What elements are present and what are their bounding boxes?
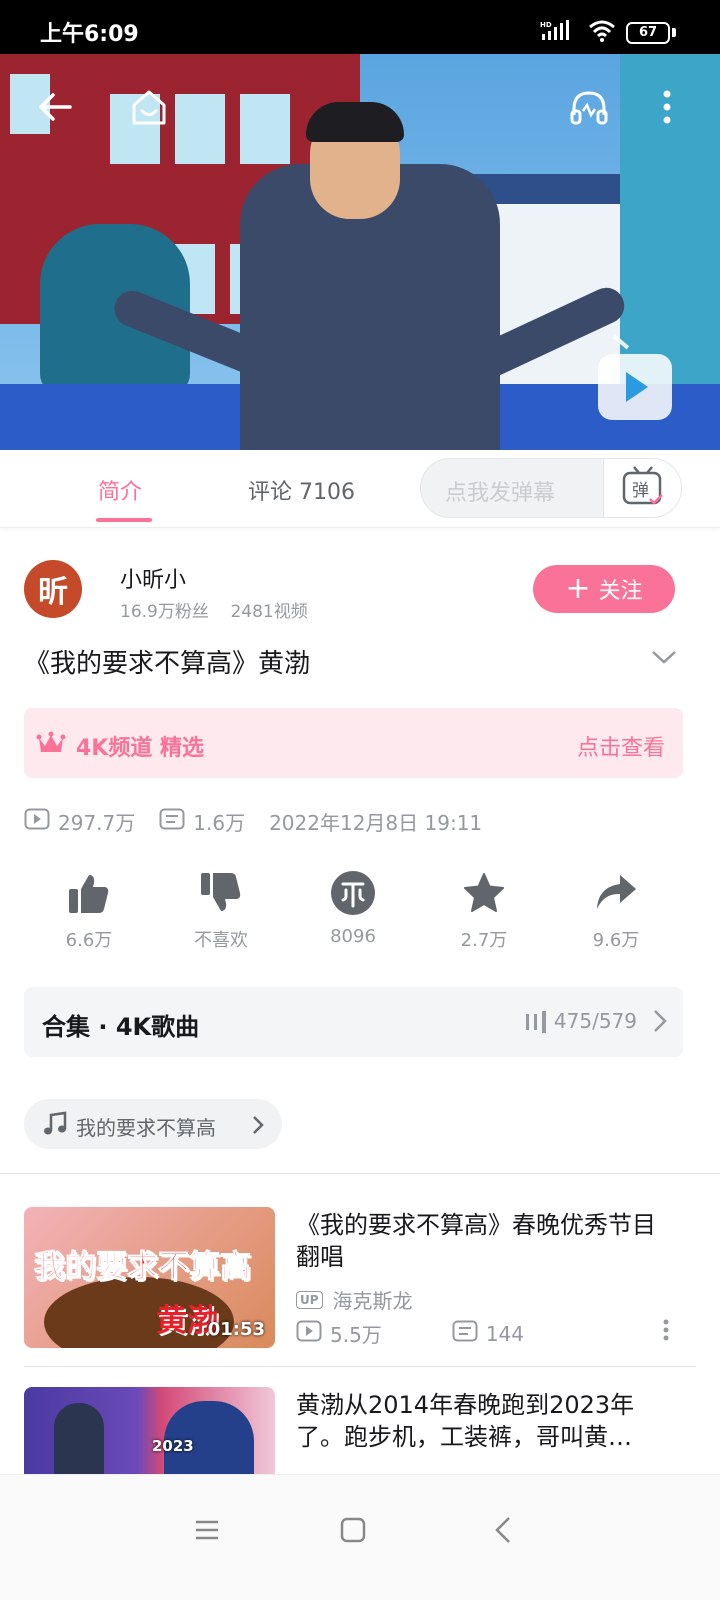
collection-count: 475/579 bbox=[553, 1009, 637, 1033]
channel-banner[interactable]: 4K频道 精选 点击查看 bbox=[24, 708, 683, 778]
coin-icon bbox=[303, 868, 403, 918]
share-count: 9.6万 bbox=[592, 930, 640, 951]
banner-link[interactable]: 点击查看 bbox=[577, 730, 665, 762]
banner-title: 4K频道 精选 bbox=[76, 736, 205, 761]
favorite-button[interactable]: 2.7万 bbox=[434, 868, 534, 952]
dislike-button[interactable]: 不喜欢 bbox=[171, 868, 271, 952]
video-thumbnail[interactable]: 2014 2023 bbox=[24, 1387, 275, 1474]
playlist-bars-icon bbox=[525, 1011, 547, 1037]
thumbs-down-icon bbox=[171, 868, 271, 918]
thumbs-up-icon bbox=[39, 868, 139, 918]
chevron-right-icon bbox=[653, 1009, 667, 1037]
svg-text:HD: HD bbox=[540, 21, 552, 29]
card-divider bbox=[24, 1366, 696, 1367]
recommended-danmaku: 144 bbox=[485, 1321, 524, 1346]
tab-intro[interactable]: 简介 bbox=[98, 474, 142, 506]
danmaku-count: 1.6万 bbox=[193, 810, 246, 835]
uploader-name[interactable]: 小昕小 bbox=[120, 562, 186, 594]
danmaku-count-icon bbox=[159, 808, 185, 835]
up-badge-icon: UP bbox=[296, 1290, 323, 1309]
video-title: 《我的要求不算高》黄渤 bbox=[24, 649, 311, 679]
coin-count: 8096 bbox=[330, 926, 376, 947]
thumbnail-year: 2023 bbox=[152, 1437, 194, 1455]
section-divider bbox=[0, 1173, 720, 1174]
system-nav-bar bbox=[0, 1474, 720, 1600]
home-icon[interactable] bbox=[126, 84, 172, 130]
danmaku-placeholder: 点我发弹幕 bbox=[445, 481, 556, 506]
coin-button[interactable]: 8096 bbox=[303, 868, 403, 947]
recommended-video-card[interactable]: 2014 2023 黄渤从2014年春晚跑到2023年了。跑步机，工装裤，哥叫黄… bbox=[24, 1387, 696, 1474]
more-vertical-icon[interactable] bbox=[662, 1319, 670, 1345]
song-tag-label: 我的要求不算高 bbox=[76, 1116, 216, 1140]
video-player[interactable] bbox=[0, 54, 720, 450]
recommended-video-card[interactable]: 我的要求不算高 黄渤 01:53 《我的要求不算高》春晚优秀节目翻唱 UP 海克… bbox=[24, 1207, 696, 1349]
collection-bar[interactable]: 合集 · 4K歌曲 475/579 bbox=[24, 987, 683, 1057]
crown-icon bbox=[36, 730, 66, 760]
active-tab-indicator bbox=[96, 518, 152, 522]
publish-date: 2022年12月8日 19:11 bbox=[269, 810, 483, 835]
collection-title: 合集 · 4K歌曲 bbox=[42, 1013, 200, 1041]
status-bar: 上午6:09 HD 67 bbox=[0, 0, 720, 54]
wifi-icon bbox=[588, 20, 616, 46]
recommended-views: 5.5万 bbox=[330, 1323, 382, 1347]
favorite-count: 2.7万 bbox=[460, 930, 508, 951]
danmaku-count-icon bbox=[452, 1320, 478, 1347]
dislike-label: 不喜欢 bbox=[194, 930, 248, 951]
play-count-icon bbox=[296, 1320, 322, 1347]
danmaku-toggle-icon[interactable]: 弹 bbox=[603, 459, 681, 517]
share-button[interactable]: 9.6万 bbox=[566, 868, 666, 952]
tv-play-icon[interactable] bbox=[598, 354, 672, 420]
recommended-video-title[interactable]: 《我的要求不算高》春晚优秀节目翻唱 bbox=[296, 1209, 676, 1273]
video-stats: 297.7万 1.6万 2022年12月8日 19:11 bbox=[24, 806, 482, 836]
svg-text:弹: 弹 bbox=[632, 481, 649, 501]
uploader-stats: 16.9万粉丝 2481视频 bbox=[120, 602, 308, 622]
thumbnail-caption: 我的要求不算高 bbox=[34, 1249, 252, 1286]
star-icon bbox=[434, 868, 534, 918]
recommended-uploader: UP 海克斯龙 bbox=[296, 1285, 413, 1314]
status-time: 上午6:09 bbox=[40, 22, 139, 47]
battery-tip bbox=[672, 28, 676, 37]
more-vertical-icon[interactable] bbox=[644, 84, 690, 130]
follow-button[interactable]: + 关注 bbox=[533, 565, 675, 613]
recommended-uploader-name: 海克斯龙 bbox=[332, 1289, 413, 1313]
video-thumbnail[interactable]: 我的要求不算高 黄渤 01:53 bbox=[24, 1207, 275, 1348]
music-note-icon bbox=[42, 1111, 68, 1141]
battery-indicator: 67 bbox=[626, 22, 670, 44]
chevron-right-icon bbox=[252, 1115, 264, 1139]
home-square-icon[interactable] bbox=[330, 1507, 376, 1553]
chevron-down-icon[interactable] bbox=[650, 648, 678, 670]
recommended-video-title[interactable]: 黄渤从2014年春晚跑到2023年了。跑步机，工装裤，哥叫黄… bbox=[296, 1389, 676, 1453]
back-arrow-icon[interactable] bbox=[32, 84, 78, 130]
video-duration: 01:53 bbox=[207, 1319, 265, 1340]
back-icon[interactable] bbox=[480, 1507, 526, 1553]
tab-comments[interactable]: 评论 7106 bbox=[248, 474, 355, 506]
song-tag[interactable]: 我的要求不算高 bbox=[24, 1099, 282, 1149]
uploader-avatar[interactable]: 昕 bbox=[24, 560, 82, 618]
action-bar: 6.6万 不喜欢 8096 2.7万 9.6万 bbox=[24, 868, 694, 958]
share-icon bbox=[566, 868, 666, 918]
menu-icon[interactable] bbox=[184, 1507, 230, 1553]
signal-icon: HD bbox=[540, 20, 570, 46]
follow-label: 关注 bbox=[598, 579, 643, 604]
like-button[interactable]: 6.6万 bbox=[39, 868, 139, 952]
danmaku-input[interactable]: 点我发弹幕 弹 bbox=[420, 458, 682, 518]
recommended-stats: 5.5万 144 bbox=[296, 1319, 524, 1348]
like-count: 6.6万 bbox=[65, 930, 113, 951]
play-count-icon bbox=[24, 808, 50, 835]
avatar-text: 昕 bbox=[38, 575, 68, 610]
headphones-icon[interactable] bbox=[566, 84, 612, 130]
plus-icon: + bbox=[565, 571, 591, 606]
views-count: 297.7万 bbox=[58, 810, 136, 835]
